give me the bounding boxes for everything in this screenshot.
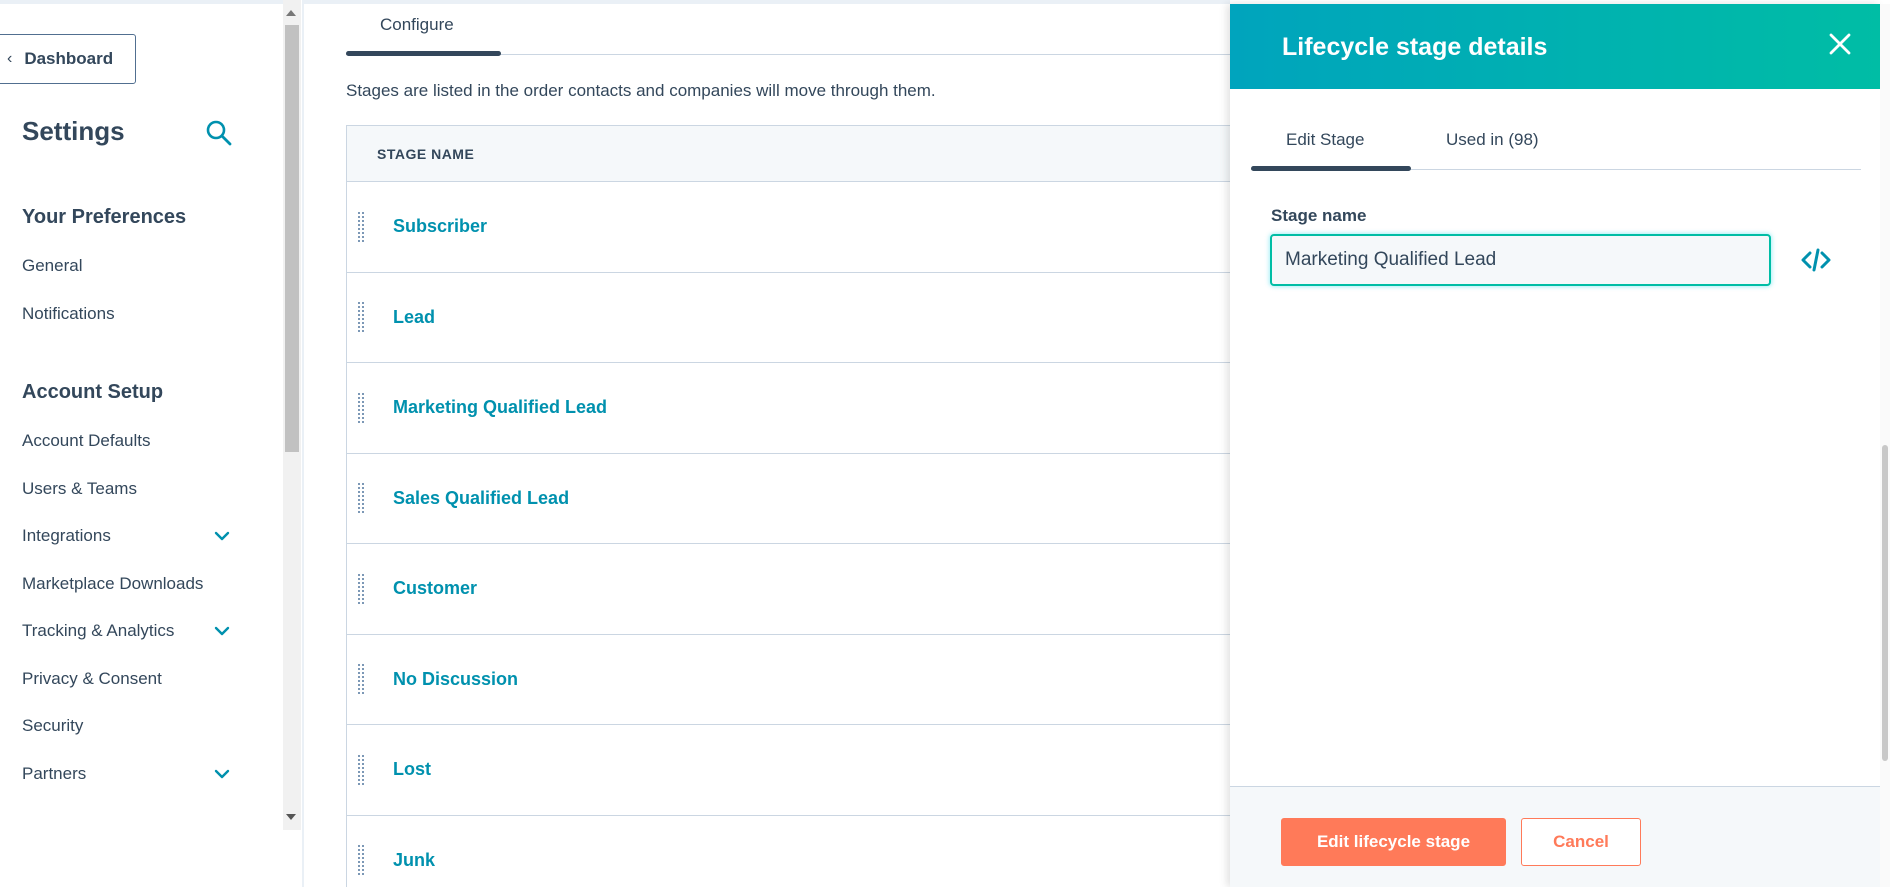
sidebar-item-notifications[interactable]: Notifications	[22, 304, 232, 324]
scroll-down-arrow-icon[interactable]	[286, 814, 296, 820]
stage-link[interactable]: Junk	[393, 850, 435, 871]
sidebar-scrollbar-thumb[interactable]	[285, 25, 299, 452]
sidebar-item-integrations[interactable]: Integrations	[22, 526, 232, 546]
chevron-left-icon: ‹	[7, 50, 13, 67]
stages-description: Stages are listed in the order contacts …	[346, 81, 936, 100]
table-row: Subscriber	[347, 182, 1230, 273]
close-icon[interactable]	[1826, 30, 1854, 58]
stage-name-input[interactable]	[1270, 234, 1771, 286]
sidebar-item-tracking-analytics[interactable]: Tracking & Analytics	[22, 621, 232, 641]
sidebar-item-label: Partners	[22, 764, 87, 783]
cancel-button[interactable]: Cancel	[1521, 818, 1641, 866]
sidebar-item-label: Account Defaults	[22, 431, 151, 450]
sidebar-item-marketplace-downloads[interactable]: Marketplace Downloads	[22, 574, 232, 594]
sidebar-item-label: Privacy & Consent	[22, 669, 162, 688]
table-row: Junk	[347, 816, 1230, 887]
tab-configure[interactable]: Configure	[380, 15, 454, 35]
chevron-down-icon[interactable]	[212, 767, 232, 781]
stages-table: STAGE NAME Subscriber Lead Marketing Qua…	[346, 125, 1230, 887]
drag-handle-icon[interactable]	[358, 845, 364, 876]
dashboard-back-button[interactable]: ‹ Dashboard	[0, 34, 136, 84]
stage-link[interactable]: Marketing Qualified Lead	[393, 397, 607, 418]
drag-handle-icon[interactable]	[358, 754, 364, 785]
sidebar-item-users-teams[interactable]: Users & Teams	[22, 479, 232, 499]
code-icon[interactable]	[1800, 246, 1832, 274]
sidebar-item-label: Tracking & Analytics	[22, 621, 175, 640]
table-row: Lost	[347, 725, 1230, 816]
active-tab-indicator	[346, 51, 501, 56]
sidebar-item-account-defaults[interactable]: Account Defaults	[22, 431, 232, 451]
panel-scrollbar-thumb[interactable]	[1882, 445, 1888, 761]
stage-name-label: Stage name	[1271, 206, 1367, 225]
section-title-your-preferences: Your Preferences	[22, 206, 187, 228]
tab-edit-stage[interactable]: Edit Stage	[1286, 130, 1364, 150]
sidebar-item-general[interactable]: General	[22, 256, 232, 276]
table-row: Customer	[347, 544, 1230, 635]
drag-handle-icon[interactable]	[358, 483, 364, 514]
settings-sidebar: ‹ Dashboard Settings Your Preferences Ge…	[0, 0, 283, 887]
table-row: Lead	[347, 273, 1230, 363]
drag-handle-icon[interactable]	[358, 664, 364, 695]
stage-link[interactable]: No Discussion	[393, 669, 518, 690]
scroll-up-arrow-icon[interactable]	[286, 10, 296, 16]
table-row: Sales Qualified Lead	[347, 454, 1230, 544]
stage-link[interactable]: Lead	[393, 307, 435, 328]
lifecycle-stage-panel: Lifecycle stage details Edit Stage Used …	[1230, 4, 1880, 887]
drag-handle-icon[interactable]	[358, 302, 364, 333]
drag-handle-icon[interactable]	[358, 211, 364, 242]
drag-handle-icon[interactable]	[358, 392, 364, 423]
edit-lifecycle-stage-button[interactable]: Edit lifecycle stage	[1281, 818, 1506, 866]
sidebar-item-label: Marketplace Downloads	[22, 574, 204, 593]
stage-link[interactable]: Subscriber	[393, 216, 487, 237]
active-tab-indicator	[1251, 166, 1411, 171]
sidebar-item-label: General	[22, 256, 83, 275]
main-content: Configure Stages are listed in the order…	[304, 0, 1230, 887]
table-row: Marketing Qualified Lead	[347, 363, 1230, 454]
panel-footer: Edit lifecycle stage Cancel	[1230, 786, 1880, 887]
sidebar-item-partners[interactable]: Partners	[22, 764, 232, 784]
stage-link[interactable]: Sales Qualified Lead	[393, 488, 569, 509]
chevron-down-icon[interactable]	[212, 624, 232, 638]
sidebar-item-label: Users & Teams	[22, 479, 137, 498]
stage-link[interactable]: Lost	[393, 759, 431, 780]
chevron-down-icon[interactable]	[212, 529, 232, 543]
drag-handle-icon[interactable]	[358, 573, 364, 604]
section-title-account-setup: Account Setup	[22, 381, 164, 403]
search-icon[interactable]	[204, 118, 234, 148]
table-header-stage-name[interactable]: STAGE NAME	[347, 126, 1230, 182]
table-row: No Discussion	[347, 635, 1230, 725]
settings-title: Settings	[22, 116, 125, 146]
sidebar-item-label: Notifications	[22, 304, 115, 323]
sidebar-item-security[interactable]: Security	[22, 716, 232, 736]
sidebar-item-privacy-consent[interactable]: Privacy & Consent	[22, 669, 232, 689]
dashboard-back-label: Dashboard	[24, 49, 114, 68]
sidebar-item-label: Integrations	[22, 526, 111, 545]
tab-used-in[interactable]: Used in (98)	[1446, 130, 1539, 150]
panel-header: Lifecycle stage details	[1230, 4, 1880, 89]
stage-link[interactable]: Customer	[393, 578, 477, 599]
sidebar-item-label: Security	[22, 716, 84, 735]
panel-title: Lifecycle stage details	[1282, 33, 1548, 61]
